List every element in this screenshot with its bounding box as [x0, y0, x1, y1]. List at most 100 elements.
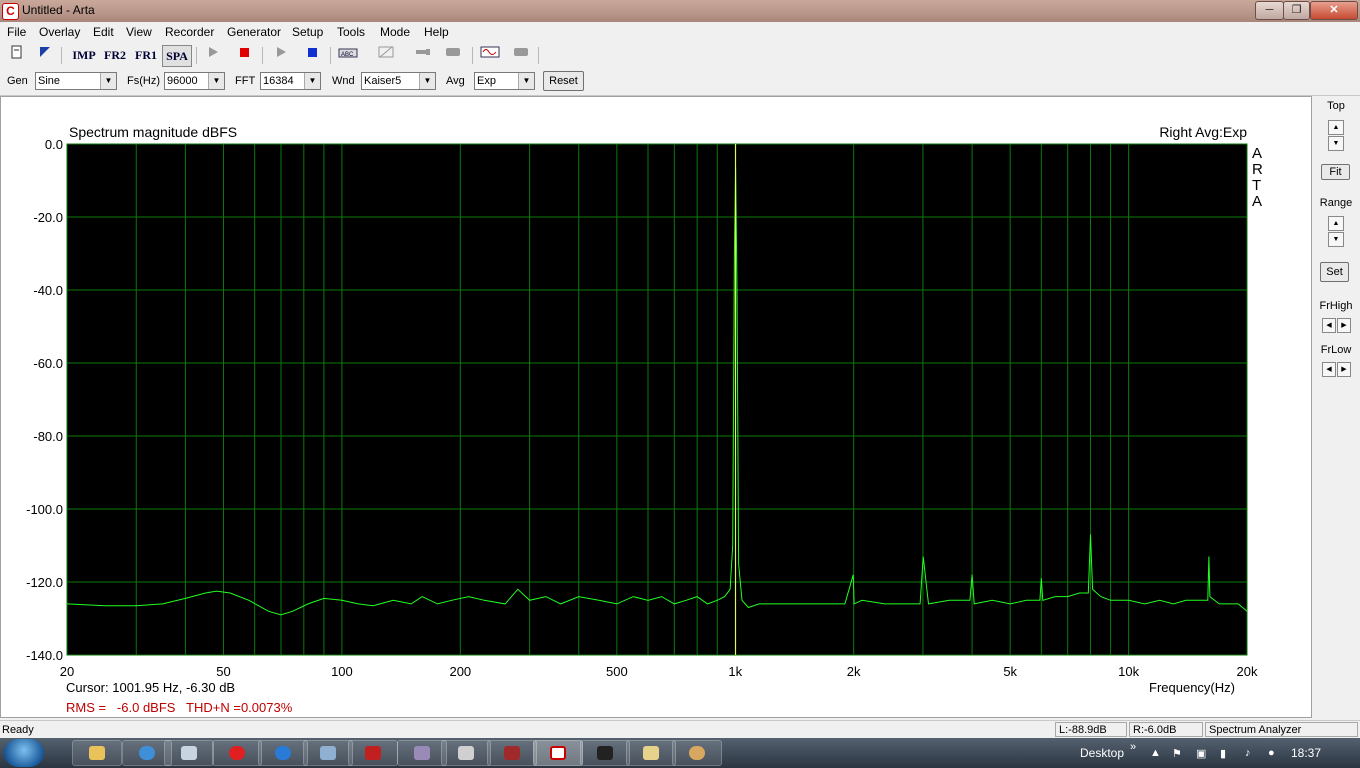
impulse-mode-button[interactable]: IMP [70, 45, 98, 65]
avg-select[interactable]: Exp ▼ [474, 72, 535, 90]
new-file-icon[interactable] [6, 45, 28, 65]
folder-icon [89, 746, 105, 760]
fft-select[interactable]: 16384 ▼ [260, 72, 321, 90]
start-button[interactable] [4, 739, 44, 767]
scope-icon[interactable] [510, 45, 532, 65]
clock[interactable]: 18:37 [1291, 746, 1321, 760]
taskbar-app-paint[interactable] [672, 740, 722, 766]
y-tick-label: -20.0 [33, 210, 63, 225]
frhigh-left-arrow-icon[interactable]: ◀ [1322, 318, 1336, 333]
y-tick-label: -100.0 [26, 502, 63, 517]
x-axis-label: Frequency(Hz) [1149, 680, 1235, 695]
taskbar-app-notes[interactable] [626, 740, 676, 766]
arta-icon [550, 746, 566, 760]
frhigh-right-arrow-icon[interactable]: ▶ [1337, 318, 1351, 333]
taskbar-terminal[interactable] [580, 740, 630, 766]
range-down-arrow-icon[interactable]: ▼ [1328, 232, 1344, 247]
device-icon[interactable] [442, 45, 464, 65]
record-stop-icon[interactable] [233, 45, 255, 65]
arta-app-icon[interactable]: C [2, 3, 19, 20]
tray-app-icon[interactable]: ● [1268, 747, 1275, 759]
taskbar-app-media[interactable] [487, 740, 537, 766]
toolbar-separator [262, 47, 263, 64]
spectrum-plot-panel: 0.0 -20.0 -40.0 -60.0 -80.0 -100.0 -120.0 -140.… [0, 96, 1312, 718]
range-up-arrow-icon[interactable]: ▲ [1328, 216, 1344, 231]
volume-icon[interactable]: ♪ [1245, 747, 1251, 759]
minimize-button[interactable]: ─ [1255, 1, 1284, 20]
toolbar-separator [196, 47, 197, 64]
taskbar-app-print[interactable] [441, 740, 491, 766]
spectrum-chart[interactable]: 0.0 -20.0 -40.0 -60.0 -80.0 -100.0 -120.0 -140.… [1, 97, 1311, 717]
x-tick-label: 500 [606, 664, 628, 679]
desktop-toolbar-label[interactable]: Desktop [1080, 746, 1124, 760]
menu-help[interactable]: Help [424, 25, 449, 39]
x-tick-label: 20 [60, 664, 74, 679]
menu-view[interactable]: View [126, 25, 152, 39]
spa-mode-button[interactable]: SPA [162, 45, 192, 67]
gen-select[interactable]: Sine ▼ [35, 72, 117, 90]
taskbar: Desktop » ▲ ⚑ ▣ ▮ ♪ ● 18:37 [0, 738, 1360, 768]
arta-watermark: A R T A [1252, 145, 1263, 210]
menu-edit[interactable]: Edit [93, 25, 114, 39]
measure-tools-icon[interactable] [375, 45, 397, 65]
wnd-select-value: Kaiser5 [364, 75, 402, 87]
tray-device-icon[interactable]: ▣ [1196, 747, 1206, 760]
menu-file[interactable]: File [7, 25, 26, 39]
sine-wave-icon[interactable] [479, 45, 501, 65]
toolbar-chevron-icon[interactable]: » [1130, 741, 1136, 753]
fs-select[interactable]: 96000 ▼ [164, 72, 225, 90]
taskbar-app-blue[interactable] [258, 740, 308, 766]
terminal-icon [597, 746, 613, 760]
tray-expand-icon[interactable]: ▲ [1150, 747, 1161, 759]
fr1-mode-button[interactable]: FR1 [132, 45, 160, 65]
top-up-arrow-icon[interactable]: ▲ [1328, 120, 1344, 135]
plug-icon[interactable] [412, 45, 434, 65]
chevron-down-icon: ▼ [304, 73, 320, 89]
top-down-arrow-icon[interactable]: ▼ [1328, 136, 1344, 151]
reset-button[interactable]: Reset [543, 71, 584, 91]
taskbar-window[interactable] [303, 740, 353, 766]
menu-tools[interactable]: Tools [337, 25, 365, 39]
analyzer-settings-icon[interactable]: ABC [337, 45, 359, 65]
taskbar-calculator[interactable] [164, 740, 214, 766]
frlow-left-arrow-icon[interactable]: ◀ [1322, 362, 1336, 377]
title-bar: C Untitled - Arta ─ ❐ ✕ [0, 0, 1360, 22]
watermark-letter: A [1252, 145, 1262, 162]
taskbar-explorer[interactable] [72, 740, 122, 766]
chart-title: Spectrum magnitude dBFS [69, 124, 237, 140]
media-icon [504, 746, 520, 760]
frlow-label: FrLow [1320, 344, 1352, 356]
menu-overlay[interactable]: Overlay [39, 25, 80, 39]
wnd-select[interactable]: Kaiser5 ▼ [361, 72, 436, 90]
taskbar-arta[interactable] [533, 740, 583, 766]
taskbar-app-tools[interactable] [397, 740, 447, 766]
record-play-icon[interactable] [202, 45, 224, 65]
notes-icon [643, 746, 659, 760]
generator-play-icon[interactable] [270, 45, 292, 65]
fit-button[interactable]: Fit [1321, 164, 1350, 180]
gen-label: Gen [7, 75, 28, 87]
menu-setup[interactable]: Setup [292, 25, 323, 39]
action-center-icon[interactable]: ⚑ [1172, 747, 1182, 760]
generator-stop-icon[interactable] [301, 45, 323, 65]
maximize-button[interactable]: ❐ [1283, 1, 1310, 20]
wnd-label: Wnd [332, 75, 355, 87]
taskbar-opera[interactable] [212, 740, 262, 766]
range-label: Range [1319, 197, 1353, 209]
open-file-icon[interactable] [34, 45, 56, 65]
y-tick-label: -120.0 [26, 575, 63, 590]
frlow-right-arrow-icon[interactable]: ▶ [1337, 362, 1351, 377]
tools-icon [414, 746, 430, 760]
calculator-icon [181, 746, 197, 760]
x-tick-label: 200 [449, 664, 471, 679]
set-button[interactable]: Set [1320, 262, 1349, 282]
menu-bar: File Overlay Edit View Recorder Generato… [0, 22, 1360, 42]
status-ready: Ready [2, 724, 34, 736]
network-icon[interactable]: ▮ [1220, 747, 1226, 760]
close-button[interactable]: ✕ [1310, 1, 1358, 20]
menu-recorder[interactable]: Recorder [165, 25, 214, 39]
menu-generator[interactable]: Generator [227, 25, 281, 39]
menu-mode[interactable]: Mode [380, 25, 410, 39]
taskbar-pdf[interactable] [348, 740, 398, 766]
fr2-mode-button[interactable]: FR2 [101, 45, 129, 65]
